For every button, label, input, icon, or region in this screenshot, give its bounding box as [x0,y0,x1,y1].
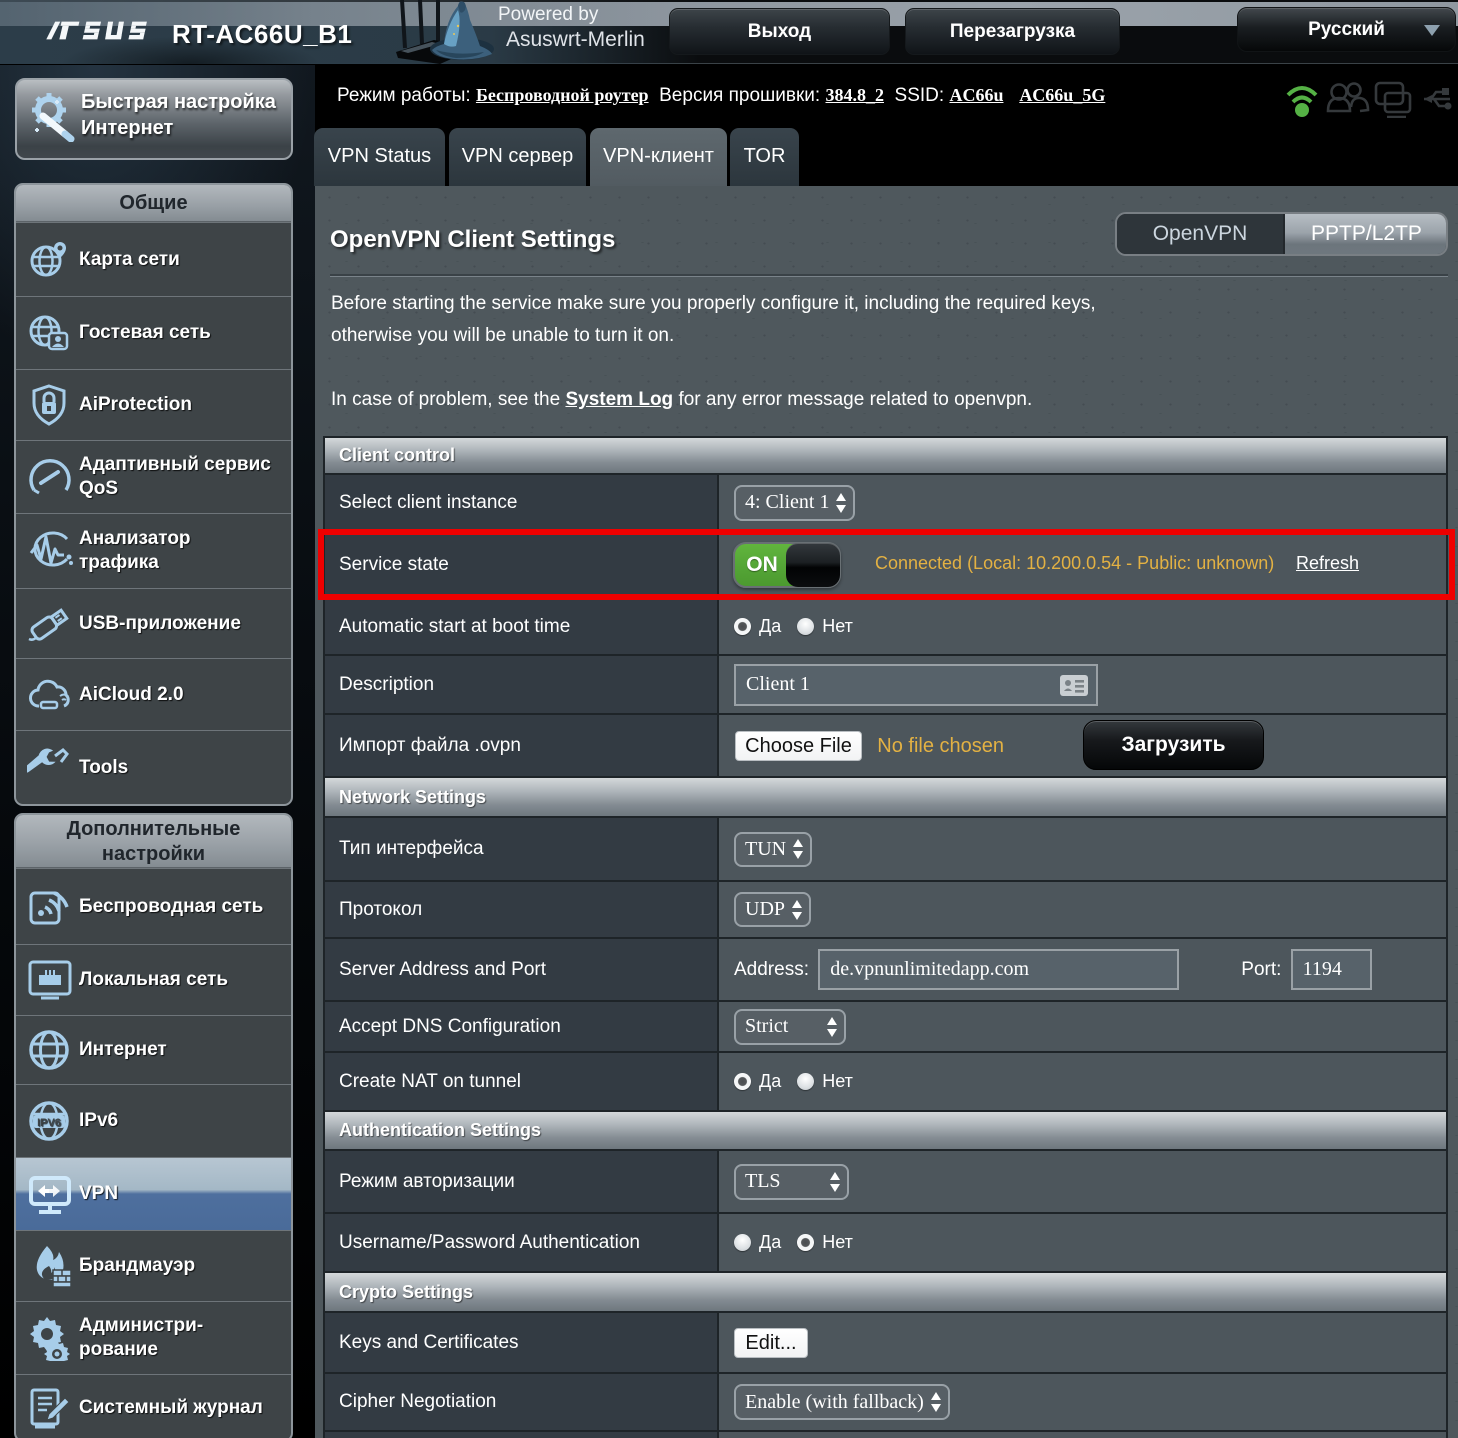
svg-text:IPV6: IPV6 [37,1117,61,1129]
